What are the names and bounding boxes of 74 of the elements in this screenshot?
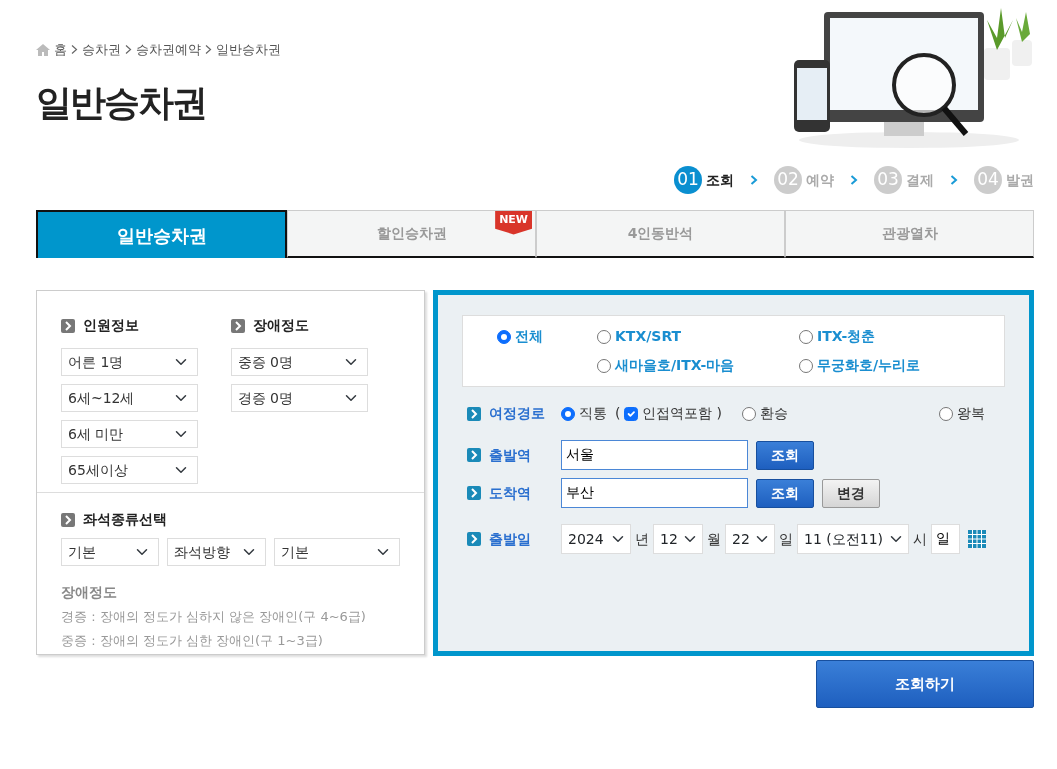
step-label: 발권 bbox=[1006, 170, 1034, 190]
breadcrumb-link[interactable]: 승차권 bbox=[82, 40, 121, 60]
chevron-icon bbox=[205, 45, 212, 55]
dropdown[interactable]: 12 bbox=[653, 524, 703, 554]
note-heading: 장애정도 bbox=[61, 583, 118, 602]
step-label: 결제 bbox=[906, 170, 934, 190]
dropdown[interactable]: 경증 0명 bbox=[230, 384, 368, 412]
option-label: KTX/SRT bbox=[615, 327, 682, 346]
bracket: ( bbox=[615, 404, 621, 423]
radio-button[interactable] bbox=[741, 406, 756, 421]
option-label: 새마을호/ITX-마음 bbox=[615, 356, 735, 375]
field-label: 출발역 bbox=[489, 445, 531, 465]
radio-button[interactable] bbox=[799, 358, 813, 373]
bracket: ) bbox=[716, 404, 722, 423]
dropdown[interactable]: 6세~12세 bbox=[61, 384, 198, 412]
chevron-icon bbox=[71, 45, 78, 55]
step-label: 예약 bbox=[806, 170, 834, 190]
dropdown[interactable]: 11 (오전11) bbox=[797, 524, 909, 554]
unit-label: 시 bbox=[913, 529, 927, 549]
dropdown[interactable]: 2024 bbox=[561, 524, 631, 554]
submit-button[interactable]: 조회하기 bbox=[816, 660, 1034, 708]
unit-label: 일 bbox=[779, 529, 793, 549]
tab[interactable]: 할인승차권 NEW bbox=[287, 210, 536, 258]
text-field[interactable]: 부산 bbox=[561, 478, 748, 508]
option-label: 인접역포함 bbox=[642, 404, 713, 423]
text-field[interactable]: 일 bbox=[931, 524, 960, 554]
change-button[interactable]: 변경 bbox=[822, 478, 880, 508]
step-number: 01 bbox=[674, 166, 702, 194]
radio-button[interactable] bbox=[597, 358, 611, 373]
option-label: 직통 bbox=[579, 404, 607, 423]
note-text: 중증 : 장애의 정도가 심한 장애인(구 1~3급) bbox=[61, 631, 324, 650]
option-label: 무궁화호/누리로 bbox=[817, 356, 921, 375]
step-label: 조회 bbox=[706, 170, 734, 190]
new-badge: NEW bbox=[495, 211, 532, 235]
dropdown[interactable]: 기본 bbox=[273, 538, 400, 566]
search-button[interactable]: 조회 bbox=[756, 440, 814, 470]
dropdown[interactable]: 65세이상 bbox=[61, 456, 198, 484]
chevron-icon bbox=[850, 175, 858, 185]
field-label: 도착역 bbox=[489, 483, 531, 503]
field-label: 출발일 bbox=[489, 529, 531, 549]
option-label: ITX-청춘 bbox=[817, 327, 876, 346]
field-label: 여정경로 bbox=[489, 404, 545, 423]
dropdown[interactable]: 6세 미만 bbox=[61, 420, 198, 448]
home-icon bbox=[36, 43, 50, 56]
page-title: 일반승차권 bbox=[36, 80, 207, 125]
section-heading: 좌석종류선택 bbox=[83, 510, 167, 529]
section-heading: 장애정도 bbox=[252, 316, 309, 335]
section-heading: 인원정보 bbox=[83, 316, 139, 335]
unit-label: 년 bbox=[635, 529, 649, 549]
radio-button[interactable] bbox=[597, 329, 611, 344]
breadcrumb-link[interactable]: 일반승차권 bbox=[216, 40, 281, 60]
chevron-icon bbox=[125, 45, 132, 55]
dropdown[interactable]: 기본 bbox=[61, 538, 160, 566]
unit-label: 월 bbox=[707, 529, 721, 549]
checkbox[interactable] bbox=[624, 406, 639, 421]
breadcrumb-link[interactable]: 승차권예약 bbox=[136, 40, 201, 60]
breadcrumb-link[interactable]: 홈 bbox=[54, 40, 67, 60]
note-text: 경증 : 장애의 정도가 심하지 않은 장애인(구 4~6급) bbox=[61, 608, 367, 626]
option-label: 왕복 bbox=[957, 404, 985, 423]
calendar-icon bbox=[968, 530, 986, 548]
dropdown[interactable]: 어른 1명 bbox=[61, 348, 198, 376]
radio-button[interactable] bbox=[561, 406, 575, 421]
text-field[interactable]: 서울 bbox=[561, 440, 748, 470]
option-label: 환승 bbox=[759, 404, 788, 423]
option-label: 전체 bbox=[515, 327, 543, 346]
radio-button[interactable] bbox=[939, 406, 953, 421]
dropdown[interactable]: 중증 0명 bbox=[230, 348, 368, 376]
chevron-icon bbox=[750, 175, 758, 185]
chevron-icon bbox=[950, 175, 958, 185]
search-button[interactable]: 조회 bbox=[756, 478, 814, 508]
radio-button[interactable] bbox=[799, 329, 813, 344]
radio-button[interactable] bbox=[497, 329, 511, 344]
dropdown[interactable]: 좌석방향 bbox=[167, 538, 266, 566]
dropdown[interactable]: 22 bbox=[725, 524, 775, 554]
